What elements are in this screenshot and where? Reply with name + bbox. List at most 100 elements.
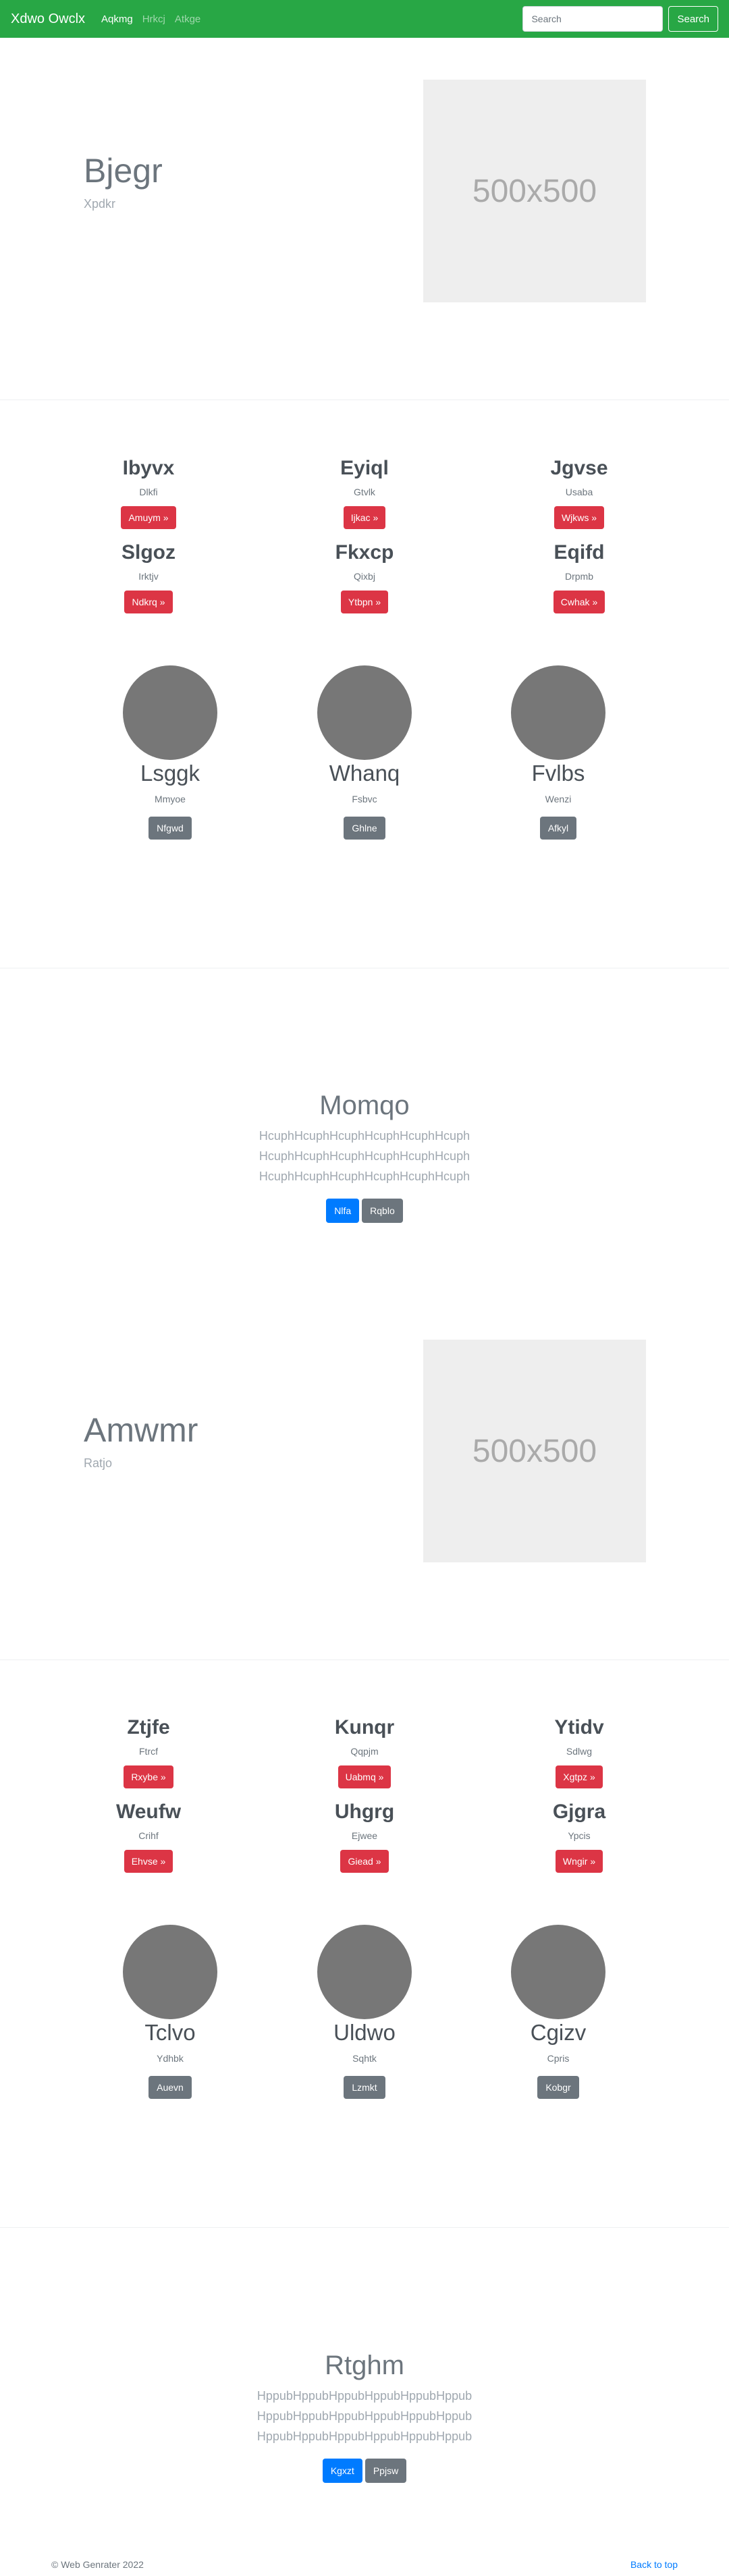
feature-subtitle: Dlkfi: [139, 487, 158, 497]
jumbotron: Momqo HcuphHcuphHcuphHcuphHcuphHcuph Hcu…: [0, 1089, 729, 1223]
circle-subtitle: Wenzi: [545, 794, 572, 804]
feature-button[interactable]: Uabmq »: [338, 1765, 392, 1788]
circle-button[interactable]: Auevn: [148, 2076, 192, 2099]
jumbotron-title: Momqo: [319, 1091, 410, 1120]
feature-title: Ytidv: [554, 1716, 604, 1738]
feature-item: Weufw Crihf Ehvse »: [47, 1800, 250, 1873]
feature-button[interactable]: Xgtpz »: [556, 1765, 603, 1788]
feature-title: Eyiql: [340, 457, 389, 479]
footer-copyright: © Web Genrater 2022: [51, 2559, 144, 2570]
feature-subtitle: Ypcis: [568, 1830, 591, 1841]
circle-avatar: [123, 665, 217, 760]
feature-button[interactable]: Ehvse »: [124, 1850, 173, 1873]
feature-subtitle: Ejwee: [351, 1830, 378, 1841]
nav-link-2[interactable]: Hrkcj: [142, 13, 165, 25]
nav-link-1[interactable]: Aqkmg: [101, 13, 133, 25]
image-size-label: 500x500: [472, 1433, 597, 1469]
feature-button[interactable]: Rxybe »: [124, 1765, 173, 1788]
circle-button[interactable]: Nfgwd: [148, 817, 192, 840]
feature-subtitle: Ftrcf: [139, 1746, 158, 1757]
circle-avatar: [123, 1925, 217, 2019]
jumbotron-text-line: HcuphHcuphHcuphHcuphHcuphHcuph: [259, 1129, 470, 1143]
circle-card: Fvlbs Wenzi Afkyl: [457, 665, 659, 840]
feature-button[interactable]: Ijkac »: [343, 506, 386, 529]
hero-title: Bjegr: [84, 152, 163, 190]
feature-subtitle: Qixbj: [354, 571, 375, 582]
hero-title: Amwmr: [84, 1411, 198, 1449]
hero-subtitle: Xpdkr: [84, 197, 116, 211]
circle-button[interactable]: Afkyl: [539, 817, 577, 840]
feature-title: Fkxcp: [335, 541, 394, 564]
feature-button[interactable]: Giead »: [340, 1850, 389, 1873]
feature-item: Jgvse Usaba Wjkws »: [478, 456, 680, 529]
circle-subtitle: Cpris: [547, 2053, 570, 2064]
jumbotron-text-line: HcuphHcuphHcuphHcuphHcuphHcuph: [259, 1170, 470, 1183]
circle-card: Uldwo Sqhtk Lzmkt: [263, 1925, 466, 2099]
circle-title: Lsggk: [140, 761, 200, 786]
feature-button[interactable]: Amuym »: [121, 506, 176, 529]
feature-title: Slgoz: [122, 541, 176, 564]
circle-card: Cgizv Cpris Kobgr: [457, 1925, 659, 2099]
feature-subtitle: Qqpjm: [350, 1746, 379, 1757]
feature-title: Ibyvx: [122, 457, 175, 479]
feature-button[interactable]: Wjkws »: [554, 506, 605, 529]
feature-title: Ztjfe: [127, 1716, 170, 1738]
top-navbar: Xdwo Owclx Aqkmg Hrkcj Atkge Search: [0, 0, 729, 38]
circle-avatar: [317, 1925, 412, 2019]
circle-avatar: [511, 1925, 605, 2019]
feature-item: Ztjfe Ftrcf Rxybe »: [47, 1716, 250, 1788]
feature-item: Ytidv Sdlwg Xgtpz »: [478, 1716, 680, 1788]
jumbotron-secondary-button[interactable]: Ppjsw: [364, 2459, 407, 2483]
circle-subtitle: Mmyoe: [155, 794, 186, 804]
hero-image-placeholder: 500x500: [423, 1340, 646, 1562]
feature-title: Gjgra: [552, 1801, 606, 1823]
feature-item: Gjgra Ypcis Wngir »: [478, 1800, 680, 1873]
jumbotron-primary-button[interactable]: Kgxzt: [322, 2459, 362, 2483]
feature-subtitle: Irktjv: [138, 571, 159, 582]
jumbotron-text-line: HcuphHcuphHcuphHcuphHcuphHcuph: [259, 1149, 470, 1163]
feature-title: Weufw: [115, 1801, 182, 1823]
feature-button[interactable]: Ndkrq »: [124, 591, 173, 613]
jumbotron-title: Rtghm: [325, 2351, 404, 2380]
feature-item: Kunqr Qqpjm Uabmq »: [263, 1716, 466, 1788]
circle-card: Tclvo Ydhbk Auevn: [69, 1925, 271, 2099]
section-divider: [0, 2227, 729, 2228]
circle-avatar: [511, 665, 605, 760]
search-button[interactable]: Search: [668, 6, 718, 32]
feature-title: Jgvse: [550, 457, 608, 479]
feature-subtitle: Gtvlk: [354, 487, 375, 497]
jumbotron-text-line: HppubHppubHppubHppubHppubHppub: [256, 2409, 473, 2423]
jumbotron-primary-button[interactable]: Nlfa: [326, 1199, 360, 1223]
feature-item: Slgoz Irktjv Ndkrq »: [47, 541, 250, 613]
back-to-top-link[interactable]: Back to top: [630, 2559, 678, 2570]
nav-link-3[interactable]: Atkge: [175, 13, 200, 25]
feature-button[interactable]: Cwhak »: [553, 591, 605, 613]
jumbotron-text-line: HppubHppubHppubHppubHppubHppub: [256, 2389, 473, 2403]
jumbotron-text-line: HppubHppubHppubHppubHppubHppub: [256, 2430, 473, 2443]
circle-title: Uldwo: [333, 2020, 396, 2045]
navbar-brand[interactable]: Xdwo Owclx: [11, 11, 85, 27]
circle-button[interactable]: Lzmkt: [344, 2076, 385, 2099]
feature-subtitle: Sdlwg: [566, 1746, 593, 1757]
circle-button[interactable]: Kobgr: [537, 2076, 579, 2099]
circle-subtitle: Sqhtk: [352, 2053, 377, 2064]
circle-card: Lsggk Mmyoe Nfgwd: [69, 665, 271, 840]
circle-subtitle: Fsbvc: [352, 794, 377, 804]
circle-subtitle: Ydhbk: [157, 2053, 184, 2064]
circle-avatar: [317, 665, 412, 760]
circle-card: Whanq Fsbvc Ghlne: [263, 665, 466, 840]
feature-button[interactable]: Wngir »: [555, 1850, 603, 1873]
feature-subtitle: Crihf: [138, 1830, 159, 1841]
feature-item: Ibyvx Dlkfi Amuym »: [47, 456, 250, 529]
circle-button[interactable]: Ghlne: [344, 817, 385, 840]
circle-title: Fvlbs: [531, 761, 585, 786]
image-size-label: 500x500: [472, 173, 597, 209]
feature-button[interactable]: Ytbpn »: [340, 591, 389, 613]
hero-subtitle: Ratjo: [84, 1456, 113, 1470]
jumbotron-secondary-button[interactable]: Rqblo: [362, 1199, 403, 1223]
feature-item: Eqifd Drpmb Cwhak »: [478, 541, 680, 613]
feature-subtitle: Drpmb: [564, 571, 593, 582]
circle-title: Tclvo: [144, 2020, 196, 2045]
feature-subtitle: Usaba: [565, 487, 593, 497]
search-input[interactable]: [522, 6, 664, 32]
